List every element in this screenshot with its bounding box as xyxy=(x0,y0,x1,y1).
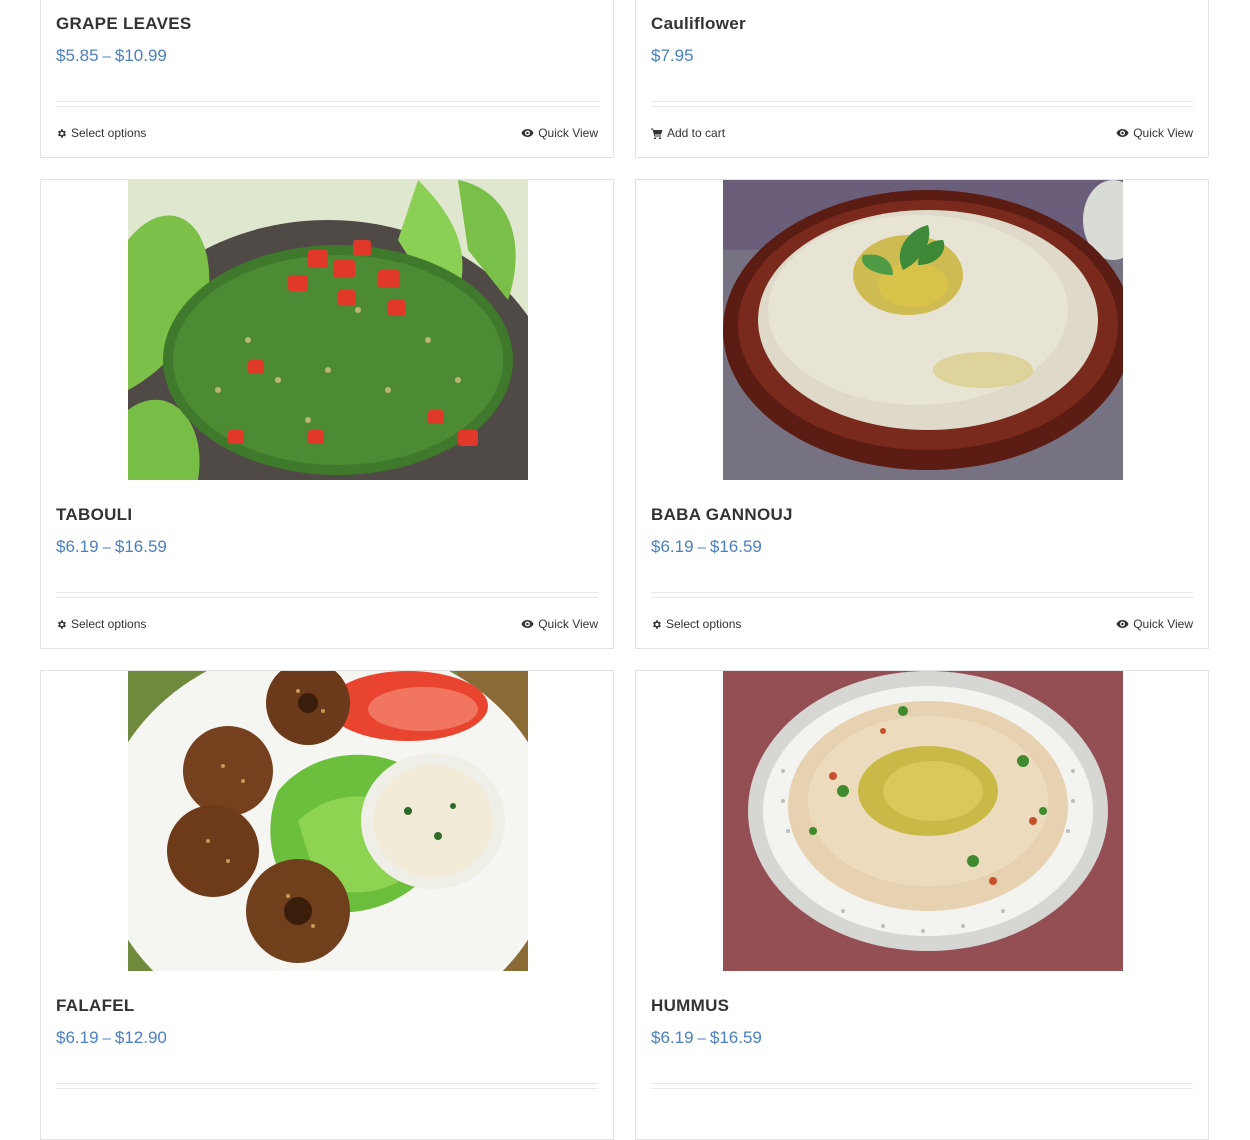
price-to: $16.59 xyxy=(709,537,762,556)
price-separator: – xyxy=(102,48,111,65)
quick-view-label: Quick View xyxy=(1133,126,1193,140)
price-from: $5.85 xyxy=(56,46,99,65)
select-options-label: Select options xyxy=(71,126,147,140)
divider xyxy=(56,1083,598,1089)
eye-icon xyxy=(521,619,534,629)
gear-icon xyxy=(651,619,662,630)
product-title[interactable]: GRAPE LEAVES xyxy=(56,14,192,34)
product-price: $7.95 xyxy=(651,46,694,66)
product-price: $6.19– $16.59 xyxy=(56,537,167,557)
product-card: BABA GANNOUJ $6.19– $16.59 Select options… xyxy=(635,179,1209,649)
divider xyxy=(56,101,598,107)
divider xyxy=(651,592,1193,598)
price-from: $6.19 xyxy=(651,537,694,556)
eye-icon xyxy=(1116,128,1129,138)
gear-icon xyxy=(56,128,67,139)
divider xyxy=(651,1083,1193,1089)
divider xyxy=(56,592,598,598)
eye-icon xyxy=(521,128,534,138)
price-from: $6.19 xyxy=(651,1028,694,1047)
quick-view-button[interactable]: Quick View xyxy=(521,617,598,631)
quick-view-button[interactable]: Quick View xyxy=(1116,617,1193,631)
select-options-label: Select options xyxy=(71,617,147,631)
quick-view-label: Quick View xyxy=(538,617,598,631)
divider xyxy=(651,101,1193,107)
price-to: $12.90 xyxy=(114,1028,167,1047)
baba-gannouj-image[interactable] xyxy=(723,180,1123,480)
gear-icon xyxy=(56,619,67,630)
tabouli-image[interactable] xyxy=(128,180,528,480)
product-title[interactable]: BABA GANNOUJ xyxy=(651,505,793,525)
price-separator: – xyxy=(102,539,111,556)
product-card: FALAFEL $6.19– $12.90 xyxy=(40,670,614,1140)
product-price: $6.19– $12.90 xyxy=(56,1028,167,1048)
eye-icon xyxy=(1116,619,1129,629)
select-options-label: Select options xyxy=(666,617,742,631)
product-price: $6.19– $16.59 xyxy=(651,537,762,557)
product-card: GRAPE LEAVES $5.85– $10.99 Select options… xyxy=(40,0,614,158)
product-title[interactable]: FALAFEL xyxy=(56,996,135,1016)
quick-view-button[interactable]: Quick View xyxy=(521,126,598,140)
quick-view-button[interactable]: Quick View xyxy=(1116,126,1193,140)
product-price: $5.85– $10.99 xyxy=(56,46,167,66)
select-options-button[interactable]: Select options xyxy=(56,126,146,140)
product-card: HUMMUS $6.19– $16.59 xyxy=(635,670,1209,1140)
price-to: $16.59 xyxy=(114,537,167,556)
select-options-button[interactable]: Select options xyxy=(56,617,146,631)
falafel-image[interactable] xyxy=(128,671,528,971)
add-to-cart-label: Add to cart xyxy=(667,126,726,140)
price-from: $7.95 xyxy=(651,46,694,65)
price-from: $6.19 xyxy=(56,1028,99,1047)
product-title[interactable]: TABOULI xyxy=(56,505,132,525)
product-price: $6.19– $16.59 xyxy=(651,1028,762,1048)
price-to: $10.99 xyxy=(114,46,167,65)
product-card: TABOULI $6.19– $16.59 Select options Quic… xyxy=(40,179,614,649)
add-to-cart-button[interactable]: Add to cart xyxy=(651,126,725,140)
product-title[interactable]: HUMMUS xyxy=(651,996,729,1016)
cart-icon xyxy=(651,128,663,139)
select-options-button[interactable]: Select options xyxy=(651,617,741,631)
quick-view-label: Quick View xyxy=(538,126,598,140)
price-separator: – xyxy=(102,1030,111,1047)
quick-view-label: Quick View xyxy=(1133,617,1193,631)
price-separator: – xyxy=(697,539,706,556)
hummus-image[interactable] xyxy=(723,671,1123,971)
price-separator: – xyxy=(697,1030,706,1047)
product-card: Cauliflower $7.95 Add to cart Quick View xyxy=(635,0,1209,158)
price-from: $6.19 xyxy=(56,537,99,556)
product-title[interactable]: Cauliflower xyxy=(651,14,746,34)
price-to: $16.59 xyxy=(709,1028,762,1047)
